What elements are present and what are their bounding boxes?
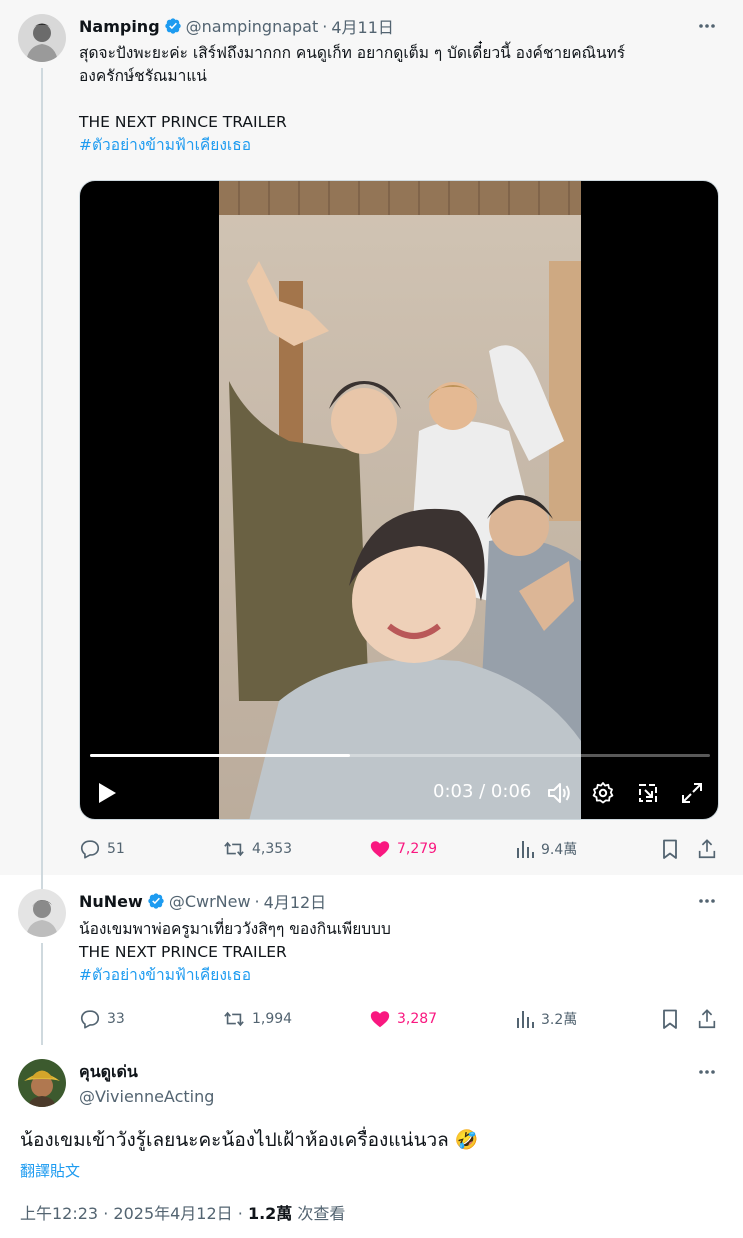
video-progress-bar[interactable] bbox=[90, 754, 710, 757]
post-time[interactable]: 上午12:23 bbox=[20, 1204, 98, 1223]
display-name[interactable]: คุนดูเด่น bbox=[79, 1060, 138, 1085]
views-chart-icon bbox=[517, 1011, 534, 1028]
share-icon bbox=[698, 1009, 716, 1029]
views-count: 1.2萬 bbox=[247, 1204, 293, 1223]
video-player[interactable]: 0:03 / 0:06 bbox=[79, 180, 719, 820]
reply-text: น้องเขมเข้าวังรู้เลยนะคะน้องไปเฝ้าห้องเค… bbox=[20, 1129, 479, 1151]
verified-badge-icon bbox=[164, 17, 182, 35]
verified-badge-icon bbox=[147, 892, 165, 910]
heart-filled-icon bbox=[370, 1011, 390, 1028]
retweet-button[interactable]: 4,353 bbox=[222, 837, 292, 861]
user-handle[interactable]: @VivienneActing bbox=[79, 1087, 214, 1106]
tweet-actions: 33 1,994 3,287 3.2萬 bbox=[79, 1007, 719, 1031]
reply-handle-row: @VivienneActing bbox=[79, 1084, 214, 1108]
reply-icon bbox=[80, 1010, 100, 1029]
tweet-text: สุดจะปังพะยะค่ะ เสิร์ฟถึงมากกก คนดูเก็ท … bbox=[79, 42, 719, 157]
tweet-text-line: THE NEXT PRINCE TRAILER bbox=[79, 113, 287, 131]
translate-post-link[interactable]: 翻譯貼文 bbox=[20, 1160, 80, 1181]
tweet-text-line: น้องเขมพาพ่อครูมาเที่ยววังสิๆๆ ของกินเพี… bbox=[79, 920, 391, 938]
separator: · bbox=[322, 16, 328, 36]
separator: · bbox=[103, 1204, 109, 1223]
more-options-icon[interactable] bbox=[697, 16, 721, 36]
user-handle[interactable]: @CwrNew bbox=[169, 892, 251, 911]
user-handle[interactable]: @nampingnapat bbox=[186, 17, 319, 36]
separator: · bbox=[254, 891, 260, 911]
views-button[interactable]: 3.2萬 bbox=[515, 1007, 577, 1031]
tweet-text-line: สุดจะปังพะยะค่ะ เสิร์ฟถึงมากกก คนดูเก็ท … bbox=[79, 44, 626, 62]
views-chart-icon bbox=[517, 841, 534, 858]
thread-line bbox=[41, 875, 43, 889]
bookmark-icon bbox=[663, 1009, 677, 1029]
bookmark-button[interactable] bbox=[660, 837, 686, 861]
tweet-text-line: THE NEXT PRINCE TRAILER bbox=[79, 943, 287, 961]
share-button[interactable] bbox=[696, 837, 724, 861]
tweet-nunew[interactable]: NuNew @CwrNew · 4月12日 น้องเขมพาพ่อครูมาเ… bbox=[0, 875, 743, 1045]
play-icon[interactable] bbox=[96, 781, 118, 809]
video-progress-fill bbox=[90, 754, 351, 757]
reply-button[interactable]: 51 bbox=[79, 837, 125, 861]
tweet-text-line: องครักษ์ชรัณมาแน่ bbox=[79, 67, 207, 85]
tweet-text: น้องเขมพาพ่อครูมาเที่ยววังสิๆๆ ของกินเพี… bbox=[79, 918, 719, 987]
bookmark-icon bbox=[663, 839, 677, 859]
reply-button[interactable]: 33 bbox=[79, 1007, 125, 1031]
retweet-count: 4,353 bbox=[252, 841, 293, 857]
heart-filled-icon bbox=[370, 841, 390, 858]
tweet-date[interactable]: 4月12日 bbox=[264, 889, 327, 913]
picture-in-picture-icon[interactable] bbox=[636, 781, 660, 809]
tweet-namping[interactable]: Namping @nampingnapat · 4月11日 สุดจะปังพะ… bbox=[0, 0, 743, 875]
post-metadata: 上午12:23 · 2025年4月12日 · 1.2萬 次查看 bbox=[20, 1200, 345, 1224]
more-options-icon[interactable] bbox=[697, 891, 721, 911]
avatar[interactable] bbox=[18, 14, 66, 62]
reply-header: คุนดูเด่น bbox=[79, 1060, 138, 1084]
views-count: 3.2萬 bbox=[541, 1012, 578, 1028]
video-frame bbox=[219, 181, 581, 819]
bookmark-button[interactable] bbox=[660, 1007, 686, 1031]
like-button[interactable]: 3,287 bbox=[369, 1007, 437, 1031]
post-date[interactable]: 2025年4月12日 bbox=[113, 1204, 232, 1223]
tweet-header: NuNew @CwrNew · 4月12日 bbox=[79, 889, 326, 913]
views-count: 9.4萬 bbox=[541, 842, 578, 858]
more-options-icon[interactable] bbox=[697, 1062, 721, 1082]
display-name[interactable]: NuNew bbox=[79, 892, 143, 911]
retweet-count: 1,994 bbox=[252, 1011, 293, 1027]
hashtag-link[interactable]: #ตัวอย่างข้ามฟ้าเคียงเธอ bbox=[79, 964, 719, 987]
hashtag-link[interactable]: #ตัวอย่างข้ามฟ้าเคียงเธอ bbox=[79, 134, 719, 157]
retweet-icon bbox=[224, 1011, 244, 1027]
retweet-icon bbox=[224, 841, 244, 857]
fullscreen-icon[interactable] bbox=[680, 781, 704, 809]
reply-count: 51 bbox=[107, 841, 125, 857]
views-label: 次查看 bbox=[297, 1204, 346, 1223]
like-count: 7,279 bbox=[397, 841, 438, 857]
reply-icon bbox=[80, 840, 100, 859]
share-icon bbox=[698, 839, 716, 859]
share-button[interactable] bbox=[696, 1007, 724, 1031]
settings-gear-icon[interactable] bbox=[591, 781, 615, 809]
views-button[interactable]: 9.4萬 bbox=[515, 837, 577, 861]
like-count: 3,287 bbox=[397, 1011, 438, 1027]
tweet-actions: 51 4,353 7,279 9.4萬 bbox=[79, 837, 719, 861]
thread-line bbox=[41, 943, 43, 1045]
video-time: 0:03 / 0:06 bbox=[433, 781, 532, 802]
avatar[interactable] bbox=[18, 1059, 66, 1107]
reply-count: 33 bbox=[107, 1011, 125, 1027]
like-button[interactable]: 7,279 bbox=[369, 837, 437, 861]
tweet-header: Namping @nampingnapat · 4月11日 bbox=[79, 14, 394, 38]
tweet-date[interactable]: 4月11日 bbox=[331, 14, 394, 38]
thread-line bbox=[41, 68, 43, 875]
separator: · bbox=[237, 1204, 243, 1223]
retweet-button[interactable]: 1,994 bbox=[222, 1007, 292, 1031]
volume-icon[interactable] bbox=[546, 781, 572, 809]
display-name[interactable]: Namping bbox=[79, 17, 160, 36]
avatar[interactable] bbox=[18, 889, 66, 937]
